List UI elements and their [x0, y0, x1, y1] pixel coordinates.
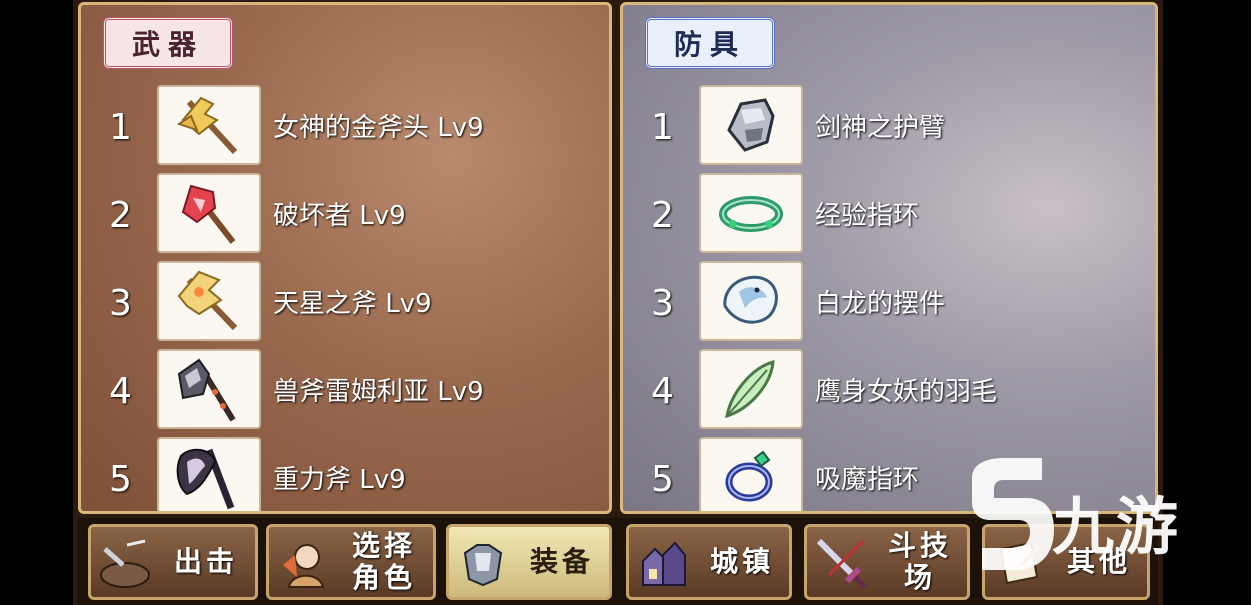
- slot-number: 1: [109, 107, 132, 148]
- nav-equipment-button[interactable]: 装备: [446, 524, 612, 600]
- weapon-name: 重力斧 Lv9: [273, 465, 406, 495]
- weapon-slot-1[interactable]: 1 女神的金斧头 Lv9: [81, 85, 609, 169]
- weapon-name: 破坏者 Lv9: [273, 201, 406, 231]
- armor-name: 剑神之护臂: [815, 113, 946, 143]
- armor-slot-3[interactable]: 3 白龙的摆件: [623, 261, 1155, 345]
- nav-label: 装备: [529, 545, 594, 578]
- weapon-slot-5[interactable]: 5 重力斧 Lv9: [81, 437, 609, 511]
- weapon-name: 天星之斧 Lv9: [273, 289, 432, 319]
- nav-label: 出击: [173, 545, 238, 578]
- armor-name: 鹰身女妖的羽毛: [815, 377, 998, 407]
- gauntlet-icon: [699, 85, 803, 165]
- nav-sortie-button[interactable]: 出击: [88, 524, 258, 600]
- feather-icon: [699, 349, 803, 429]
- nav-label: 城镇: [709, 545, 774, 578]
- slot-number: 2: [109, 195, 132, 236]
- slot-number: 4: [109, 371, 132, 412]
- sword-icon: [813, 535, 869, 591]
- blue-ring-icon: [699, 437, 803, 511]
- armor-slot-1[interactable]: 1 剑神之护臂: [623, 85, 1155, 169]
- slot-number: 3: [651, 283, 674, 324]
- armor-slot-2[interactable]: 2 经验指环: [623, 173, 1155, 257]
- weapon-slot-2[interactable]: 2 破坏者 Lv9: [81, 173, 609, 257]
- armor-name: 吸魔指环: [815, 465, 920, 495]
- armor-name: 白龙的摆件: [815, 289, 946, 319]
- slot-number: 2: [651, 195, 674, 236]
- weapon-name: 兽斧雷姆利亚 Lv9: [273, 377, 484, 407]
- slot-number: 3: [109, 283, 132, 324]
- white-dragon-icon: [699, 261, 803, 341]
- slot-number: 4: [651, 371, 674, 412]
- golden-axe-icon: [157, 85, 261, 165]
- nav-label: 斗技场: [887, 529, 952, 594]
- nav-town-button[interactable]: 城镇: [626, 524, 792, 600]
- red-axe-icon: [157, 173, 261, 253]
- green-ring-icon: [699, 173, 803, 253]
- slot-number: 1: [651, 107, 674, 148]
- armor-panel-title: 防具: [645, 17, 775, 69]
- armor-slot-4[interactable]: 4 鹰身女妖的羽毛: [623, 349, 1155, 433]
- slot-number: 5: [651, 459, 674, 500]
- watermark-text: 九游: [1052, 490, 1181, 563]
- slot-number: 5: [109, 459, 132, 500]
- weapon-name: 女神的金斧头 Lv9: [273, 113, 484, 143]
- armor-panel: 防具 1 剑神之护臂 2 经验指环 3 白龙的摆件 4 鹰身女妖的羽毛 5 吸魔…: [620, 2, 1158, 514]
- nav-arena-button[interactable]: 斗技场: [804, 524, 970, 600]
- beast-axe-icon: [157, 349, 261, 429]
- weapons-panel-title: 武器: [103, 17, 233, 69]
- armor-icon: [455, 535, 511, 591]
- star-axe-icon: [157, 261, 261, 341]
- gravity-axe-icon: [157, 437, 261, 511]
- character-icon: [275, 535, 331, 591]
- weapon-slot-3[interactable]: 3 天星之斧 Lv9: [81, 261, 609, 345]
- sortie-icon: [97, 535, 153, 591]
- armor-name: 经验指环: [815, 201, 920, 231]
- nav-label-line2: 角色: [351, 561, 416, 594]
- weapons-panel: 武器 1 女神的金斧头 Lv9 2 破坏者 Lv9 3 天星之斧 Lv9 4 兽…: [78, 2, 612, 514]
- nav-character-button[interactable]: 选择 角色: [266, 524, 436, 600]
- weapon-slot-4[interactable]: 4 兽斧雷姆利亚 Lv9: [81, 349, 609, 433]
- nav-label-line1: 选择: [351, 529, 416, 562]
- nav-label: 选择 角色: [341, 527, 427, 597]
- town-icon: [635, 535, 691, 591]
